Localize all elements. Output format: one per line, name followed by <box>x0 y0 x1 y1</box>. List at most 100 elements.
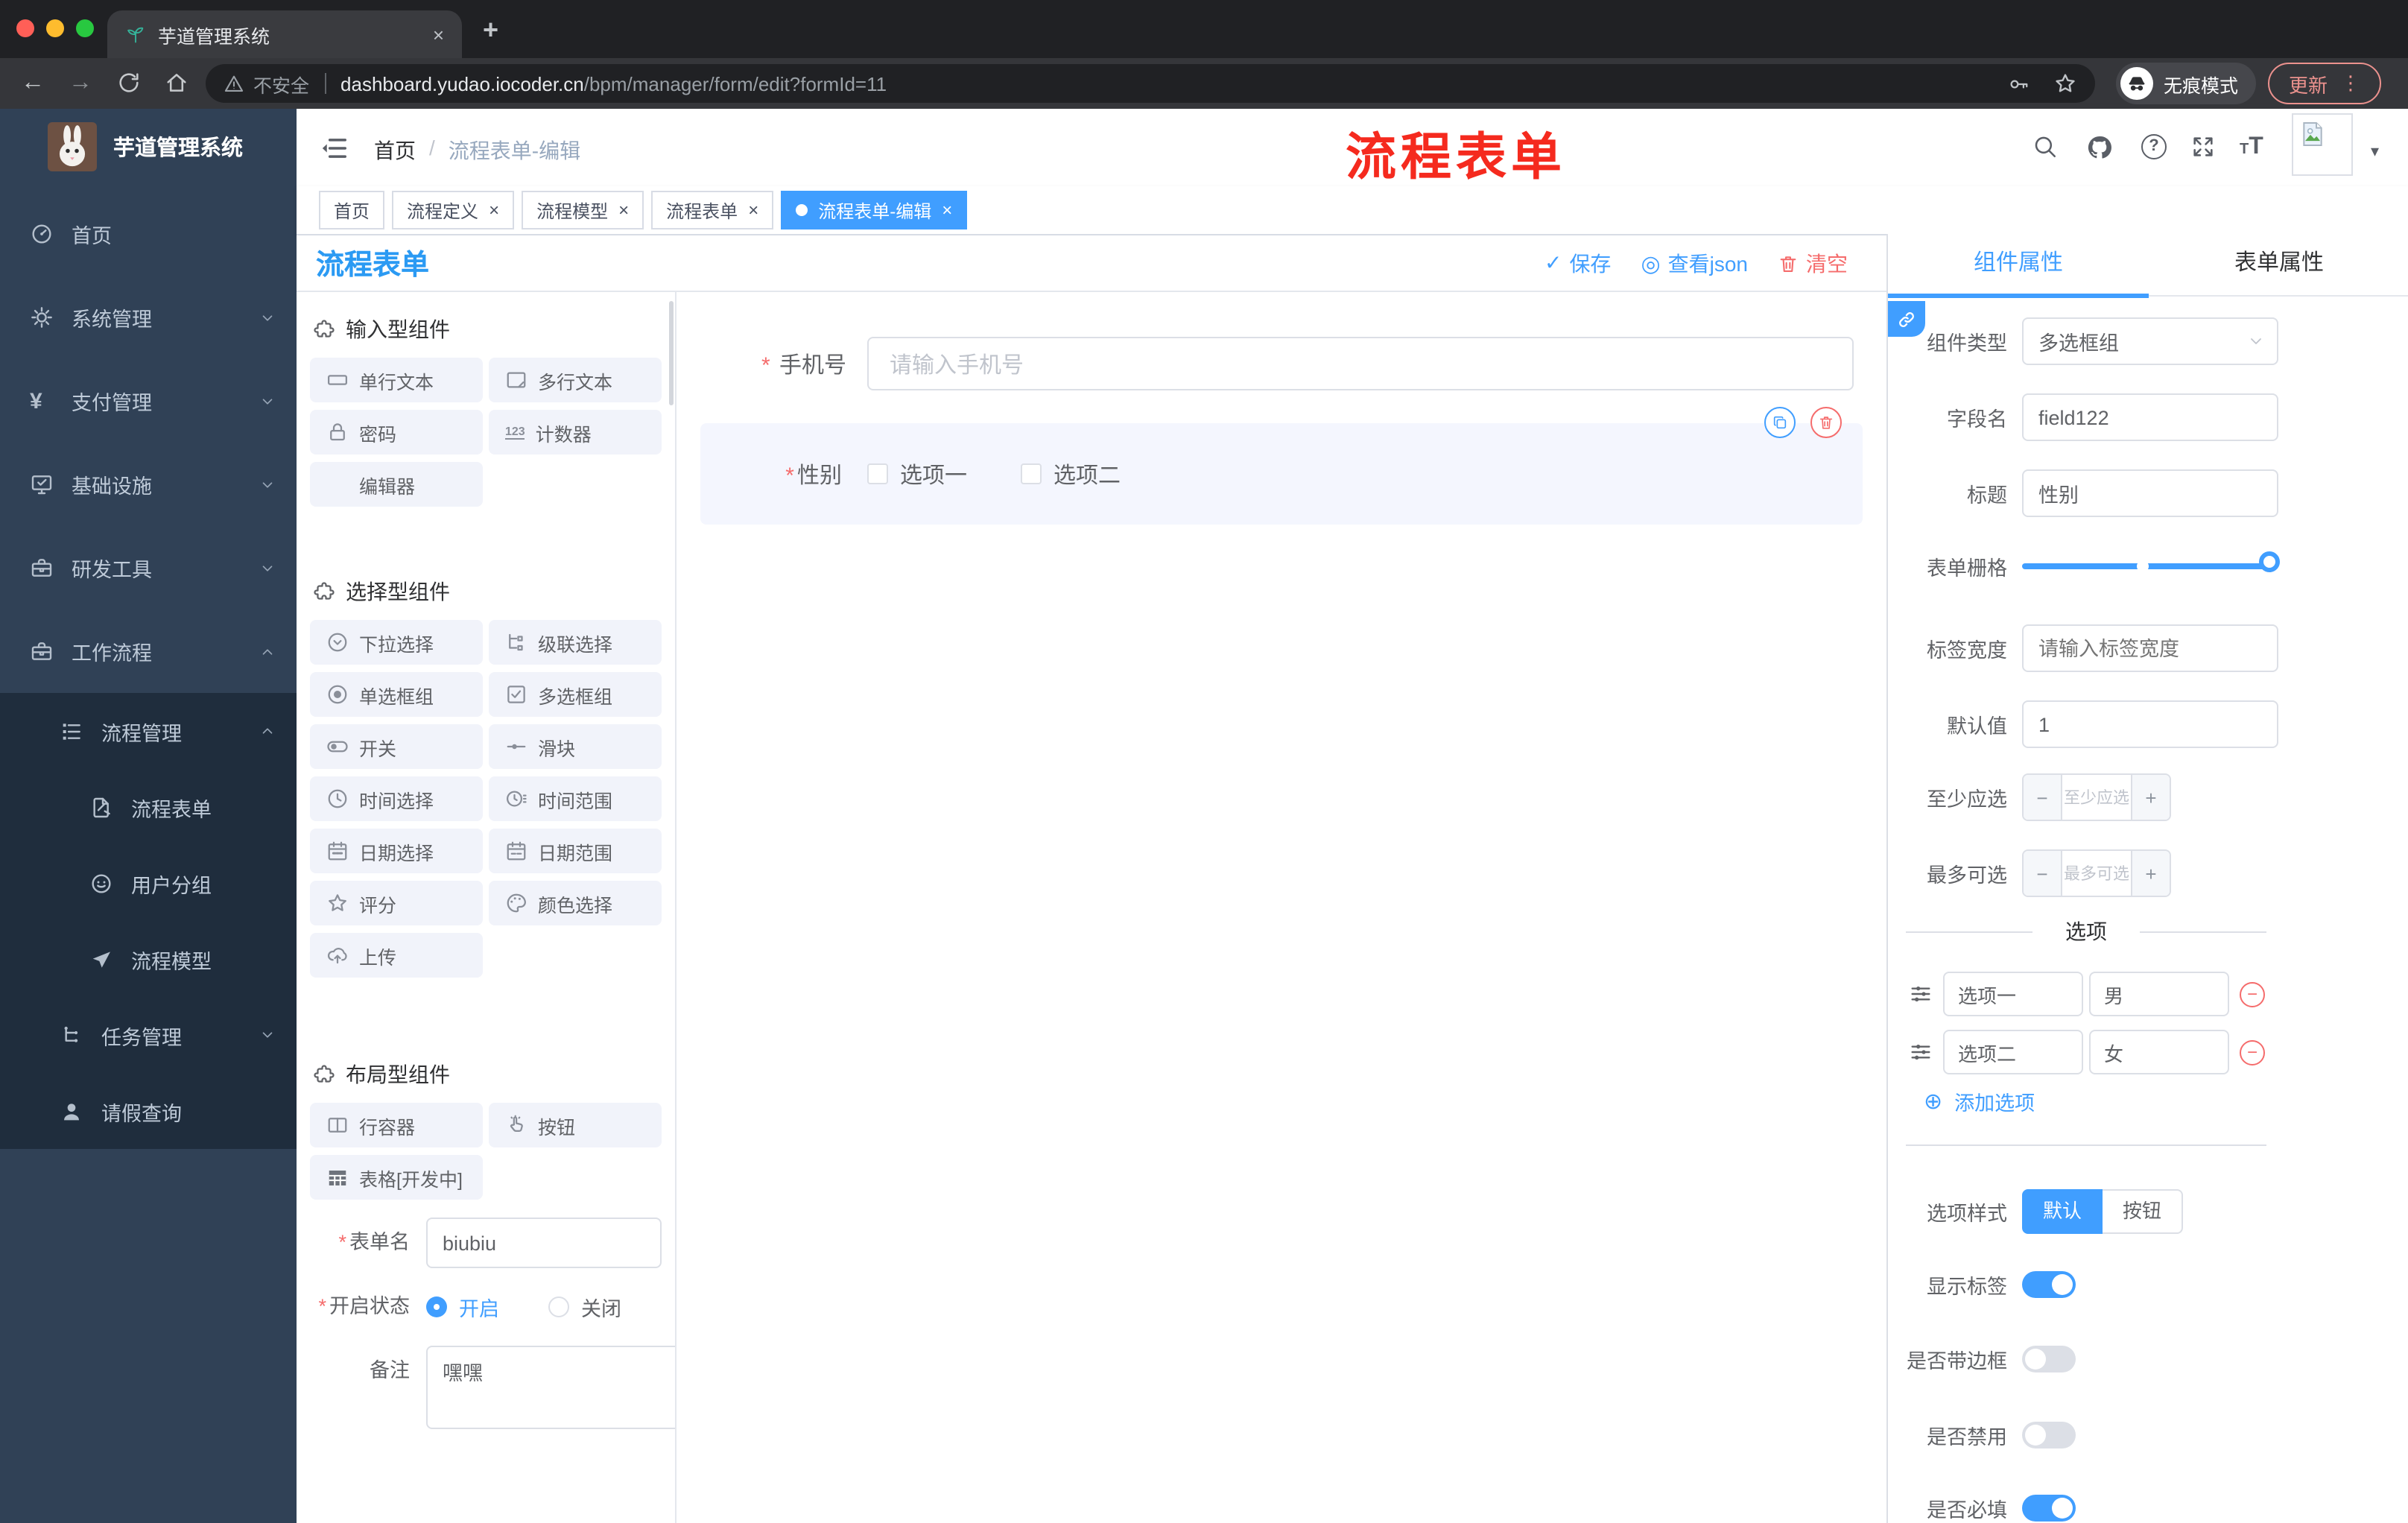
style-button-button[interactable]: 按钮 <box>2103 1189 2183 1234</box>
palette-item-counter[interactable]: 123 计数器 <box>489 410 662 455</box>
tag-process-model[interactable]: 流程模型 × <box>522 191 644 229</box>
home-icon[interactable] <box>164 70 189 95</box>
option-1-name-input[interactable] <box>1943 972 2083 1016</box>
browser-tab[interactable]: 芋道管理系统 × <box>107 10 462 58</box>
canvas-field-gender-selected[interactable]: * 性别 选项一 选项二 <box>700 407 1863 525</box>
form-remark-textarea[interactable]: 嘿嘿 <box>426 1346 675 1429</box>
back-icon[interactable]: ← <box>21 70 45 97</box>
palette-item-editor[interactable]: 编辑器 <box>310 462 483 507</box>
required-toggle[interactable] <box>2022 1495 2076 1522</box>
maximize-window-button[interactable] <box>76 19 94 37</box>
close-icon[interactable]: × <box>618 200 629 221</box>
gender-checkbox-2[interactable] <box>1021 463 1042 484</box>
sidebar-item-process-model[interactable]: 流程模型 <box>0 921 297 997</box>
canvas-field-phone[interactable]: * 手机号 请输入手机号 <box>678 337 1886 390</box>
remove-option-icon[interactable]: − <box>2240 1039 2265 1065</box>
border-toggle[interactable] <box>2022 1346 2076 1372</box>
gender-option-2-label[interactable]: 选项二 <box>1054 458 1121 490</box>
tag-home[interactable]: 首页 <box>319 191 385 229</box>
decrease-button[interactable]: − <box>2024 775 2062 820</box>
sidebar-item-workflow[interactable]: 工作流程 <box>0 609 297 693</box>
close-icon[interactable]: × <box>489 200 499 221</box>
help-icon[interactable]: ? <box>2141 134 2167 159</box>
browser-menu-icon[interactable]: ⋮ <box>2341 72 2360 95</box>
sidebar-item-leave-query[interactable]: 请假查询 <box>0 1073 297 1149</box>
add-option-button[interactable]: ⊕ 添加选项 <box>1924 1086 2035 1116</box>
address-bar[interactable]: 不安全 dashboard.yudao.iocoder.cn/bpm/manag… <box>206 64 2095 103</box>
show-label-toggle[interactable] <box>2022 1271 2076 1298</box>
status-radio-off[interactable] <box>548 1296 569 1317</box>
palette-item-row-container[interactable]: 行容器 <box>310 1103 483 1147</box>
slider-handle[interactable] <box>2259 551 2280 572</box>
minimize-window-button[interactable] <box>46 19 64 37</box>
sidebar-item-home[interactable]: 首页 <box>0 192 297 276</box>
sidebar-item-infrastructure[interactable]: 基础设施 <box>0 443 297 526</box>
field-name-input[interactable] <box>2022 393 2278 441</box>
phone-input[interactable]: 请输入手机号 <box>867 337 1854 390</box>
view-json-button[interactable]: ◎ 查看json <box>1641 248 1748 278</box>
drag-handle-icon[interactable] <box>1909 1040 1933 1064</box>
style-default-button[interactable]: 默认 <box>2022 1189 2103 1234</box>
palette-item-table[interactable]: 表格[开发中] <box>310 1155 483 1200</box>
gender-checkbox-1[interactable] <box>867 463 888 484</box>
title-input[interactable] <box>2022 469 2278 517</box>
sidebar-item-user-group[interactable]: 用户分组 <box>0 845 297 921</box>
avatar-caret-icon[interactable]: ▾ <box>2371 142 2379 161</box>
fullscreen-icon[interactable] <box>2190 134 2216 159</box>
font-size-icon[interactable]: TT <box>2240 134 2263 161</box>
tag-process-definition[interactable]: 流程定义 × <box>392 191 515 229</box>
increase-button[interactable]: + <box>2131 775 2170 820</box>
tag-process-form-edit[interactable]: 流程表单-编辑 × <box>781 191 968 229</box>
label-width-input[interactable] <box>2022 624 2278 672</box>
tab-form-props[interactable]: 表单属性 <box>2149 234 2408 294</box>
close-icon[interactable]: × <box>942 200 952 221</box>
breadcrumb-home[interactable]: 首页 <box>374 136 416 165</box>
avatar[interactable] <box>2292 113 2353 176</box>
sidebar-item-task-management[interactable]: 任务管理 <box>0 997 297 1073</box>
duplicate-field-button[interactable] <box>1764 407 1796 438</box>
close-icon[interactable]: × <box>748 200 758 221</box>
status-on-label[interactable]: 开启 <box>459 1292 499 1322</box>
browser-update-button[interactable]: 更新 ⋮ <box>2268 63 2381 104</box>
decrease-button[interactable]: − <box>2024 851 2062 896</box>
drag-handle-icon[interactable] <box>1909 982 1933 1006</box>
palette-item-color-picker[interactable]: 颜色选择 <box>489 881 662 925</box>
bookmark-star-icon[interactable] <box>2053 72 2077 95</box>
status-radio-on[interactable] <box>426 1296 447 1317</box>
option-1-value-input[interactable] <box>2089 972 2229 1016</box>
palette-item-upload[interactable]: 上传 <box>310 933 483 978</box>
option-2-value-input[interactable] <box>2089 1030 2229 1074</box>
close-tab-icon[interactable]: × <box>433 23 444 45</box>
palette-item-multi-line-text[interactable]: 多行文本 <box>489 358 662 402</box>
palette-item-button[interactable]: 按钮 <box>489 1103 662 1147</box>
reload-icon[interactable] <box>116 70 142 95</box>
form-name-input[interactable] <box>426 1218 662 1268</box>
sidebar-item-process-management[interactable]: 流程管理 <box>0 693 297 769</box>
close-window-button[interactable] <box>16 19 34 37</box>
forward-icon[interactable]: → <box>69 70 92 97</box>
key-icon[interactable] <box>2007 72 2030 95</box>
status-off-label[interactable]: 关闭 <box>581 1292 621 1322</box>
palette-scrollbar[interactable] <box>669 301 674 405</box>
disabled-toggle[interactable] <box>2022 1422 2076 1448</box>
palette-item-password[interactable]: 密码 <box>310 410 483 455</box>
save-button[interactable]: ✓ 保存 <box>1544 248 1611 278</box>
min-placeholder[interactable]: 至少应选 <box>2062 775 2131 820</box>
sidebar-item-process-form[interactable]: 流程表单 <box>0 769 297 845</box>
collapse-sidebar-icon[interactable] <box>320 134 349 162</box>
max-placeholder[interactable]: 最多可选 <box>2062 851 2131 896</box>
tab-component-props[interactable]: 组件属性 <box>1888 234 2149 294</box>
sidebar-item-payment-management[interactable]: ¥ 支付管理 <box>0 359 297 443</box>
github-icon[interactable] <box>2086 134 2113 161</box>
grid-slider[interactable] <box>2022 551 2280 572</box>
delete-field-button[interactable] <box>1810 407 1842 438</box>
increase-button[interactable]: + <box>2131 851 2170 896</box>
clear-button[interactable]: 清空 <box>1778 248 1848 278</box>
new-tab-button[interactable]: + <box>483 15 498 46</box>
search-icon[interactable] <box>2032 134 2058 159</box>
sidebar-item-dev-tools[interactable]: 研发工具 <box>0 526 297 609</box>
component-type-select[interactable] <box>2022 317 2278 365</box>
tag-process-form[interactable]: 流程表单 × <box>651 191 774 229</box>
default-value-input[interactable] <box>2022 700 2278 748</box>
remove-option-icon[interactable]: − <box>2240 981 2265 1007</box>
